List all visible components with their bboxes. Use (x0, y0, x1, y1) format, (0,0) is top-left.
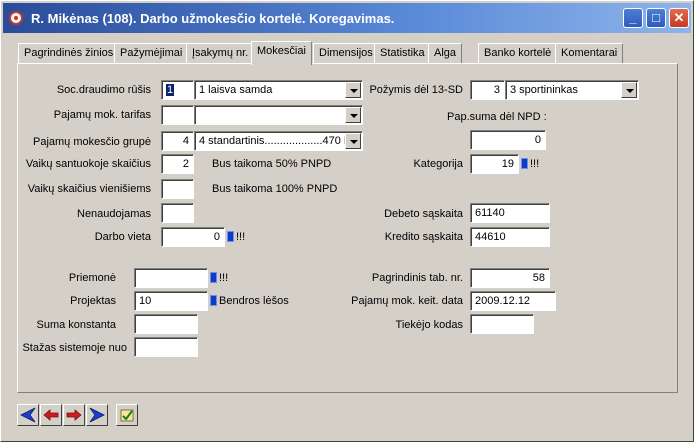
pajamu-mok-tarifas-code[interactable] (161, 105, 194, 125)
edit-confirm-icon (120, 409, 134, 422)
pajamu-mok-tarifas-label: Pajamų mok. tarifas (53, 109, 151, 121)
kategorija-lookup-icon[interactable] (521, 158, 528, 169)
app-window: R. Mikėnas (108). Darbo užmokesčio korte… (0, 0, 694, 442)
nenaudojamas-field[interactable] (161, 203, 194, 223)
tab-alga[interactable]: Alga (428, 43, 463, 64)
pajamu-mokescio-grupe-label: Pajamų mokesčio grupė (32, 136, 151, 148)
pagrindinis-tab-nr-field[interactable]: 58 (470, 268, 550, 288)
vaiku-santuokoje-field[interactable]: 2 (161, 154, 194, 174)
kategorija-label: Kategorija (413, 158, 463, 170)
nenaudojamas-label: Nenaudojamas (77, 208, 151, 220)
maximize-button[interactable]: □ (646, 8, 666, 28)
tiekejo-kodas-label: Tiekėjo kodas (395, 319, 463, 331)
tab-dimensijos[interactable]: Dimensijos (313, 43, 379, 64)
pagrindinis-tab-nr-label: Pagrindinis tab. nr. (371, 272, 463, 284)
darbo-vieta-lookup-icon[interactable] (227, 231, 234, 242)
next-record-icon (66, 409, 82, 421)
soc-draudimo-rusis-combo[interactable]: 1 laisva samda (194, 80, 363, 100)
projektas-field[interactable]: 10 (134, 291, 208, 311)
soc-draudimo-rusis-value: 1 laisva samda (199, 84, 273, 96)
pozymis-13sd-code[interactable]: 3 (470, 80, 505, 100)
soc-draudimo-rusis-code[interactable]: 1 (161, 80, 194, 100)
close-button[interactable]: ✕ (669, 8, 689, 28)
pajamu-mokescio-grupe-combo[interactable]: 4 standartinis...................470 L (194, 131, 363, 151)
tab-isakymu-nr[interactable]: Įsakymų nr. (186, 43, 255, 64)
soc-draudimo-rusis-label: Soc.draudimo rūšis (56, 84, 151, 96)
kredito-saskaita-label: Kredito sąskaita (384, 231, 463, 243)
pajamu-mok-keit-data-field[interactable]: 2009.12.12 (470, 291, 556, 311)
stazas-label: Stažas sistemoje nuo (22, 342, 127, 354)
pajamu-mok-keit-data-label: Pajamų mok. keit. data (351, 295, 463, 307)
priemone-lookup-icon[interactable] (210, 272, 217, 283)
tiekejo-kodas-field[interactable] (470, 314, 534, 334)
first-record-button[interactable] (17, 404, 39, 426)
kategorija-marker: !!! (530, 158, 540, 170)
tab-mokesciai[interactable]: Mokesčiai (251, 41, 312, 65)
debeto-saskaita-field[interactable]: 61140 (470, 203, 550, 223)
debeto-saskaita-label: Debeto sąskaita (384, 208, 463, 220)
vaiku-vieniesiems-label: Vaikų skaičius vienišiems (27, 183, 151, 195)
tab-pagrindines-zinios[interactable]: Pagrindinės žinios (18, 43, 120, 64)
darbo-vieta-field[interactable]: 0 (161, 227, 225, 247)
chevron-down-icon[interactable] (621, 82, 637, 98)
pozymis-13sd-combo[interactable]: 3 sportininkas (505, 80, 639, 100)
window-title: R. Mikėnas (108). Darbo užmokesčio korte… (31, 11, 395, 26)
suma-konstanta-field[interactable] (134, 314, 198, 334)
projektas-note: Bendros lėšos (219, 295, 289, 307)
vaiku-santuokoje-label: Vaikų santuokoje skaičius (25, 158, 151, 170)
app-icon (9, 11, 23, 25)
priemone-field[interactable] (134, 268, 208, 288)
darbo-vieta-marker: !!! (236, 231, 246, 243)
tab-komentarai[interactable]: Komentarai (555, 43, 624, 64)
minimize-button[interactable]: _ (623, 8, 643, 28)
pajamu-mokescio-grupe-code[interactable]: 4 (161, 131, 194, 151)
last-record-icon (89, 407, 105, 423)
tab-statistika[interactable]: Statistika (374, 43, 431, 64)
previous-record-button[interactable] (40, 404, 62, 426)
title-bar[interactable]: R. Mikėnas (108). Darbo užmokesčio korte… (3, 3, 691, 33)
tab-pazymejimai[interactable]: Pažymėjimai (114, 43, 189, 64)
priemone-label: Priemonė (68, 272, 116, 284)
pajamu-mok-tarifas-combo[interactable] (194, 105, 363, 125)
last-record-button[interactable] (86, 404, 108, 426)
chevron-down-icon[interactable] (345, 82, 361, 98)
kategorija-field[interactable]: 19 (470, 154, 519, 174)
pap-suma-npd-field[interactable]: 0 (470, 130, 546, 150)
suma-konstanta-label: Suma konstanta (36, 319, 117, 331)
pozymis-13sd-value: 3 sportininkas (510, 84, 578, 96)
chevron-down-icon[interactable] (345, 107, 361, 123)
next-record-button[interactable] (63, 404, 85, 426)
projektas-label: Projektas (70, 295, 116, 307)
tab-banko-kortele[interactable]: Banko kortelė (478, 43, 558, 64)
stazas-field[interactable] (134, 337, 198, 357)
edit-confirm-button[interactable] (116, 404, 138, 426)
vaiku-vieniesiems-field[interactable] (161, 179, 194, 199)
first-record-icon (20, 407, 36, 423)
pozymis-13sd-label: Požymis dėl 13-SD (369, 84, 463, 96)
priemone-marker: !!! (219, 272, 229, 284)
darbo-vieta-label: Darbo vieta (94, 231, 151, 243)
pajamu-mokescio-grupe-value: 4 standartinis...................470 L (199, 135, 351, 147)
kredito-saskaita-field[interactable]: 44610 (470, 227, 550, 247)
vaiku-santuokoje-note: Bus taikoma 50% PNPD (212, 158, 332, 170)
pap-suma-npd-label: Pap.suma dėl NPD : (447, 111, 547, 123)
projektas-lookup-icon[interactable] (210, 295, 217, 306)
chevron-down-icon[interactable] (345, 133, 361, 149)
previous-record-icon (43, 409, 59, 421)
vaiku-vieniesiems-note: Bus taikoma 100% PNPD (212, 183, 338, 195)
